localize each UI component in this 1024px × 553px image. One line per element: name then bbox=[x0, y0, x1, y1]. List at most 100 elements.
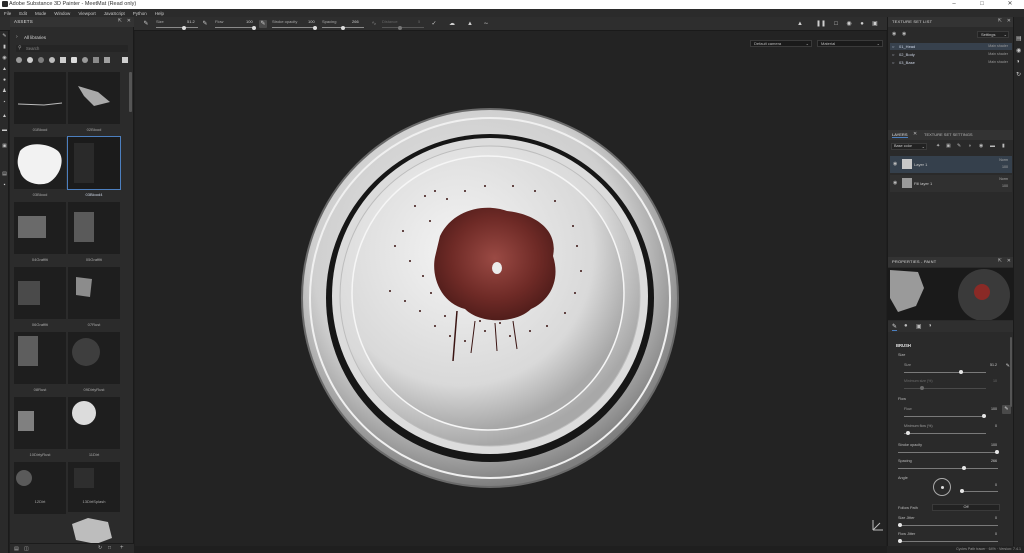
asset-thumb[interactable] bbox=[14, 137, 66, 189]
import-icon[interactable]: ▤ bbox=[14, 546, 19, 552]
render-icon[interactable]: ◉ bbox=[845, 20, 853, 28]
toolbar-size-slider[interactable] bbox=[156, 27, 198, 28]
lazy-mouse-icon[interactable]: ∿ bbox=[370, 20, 378, 28]
size-jitter-slider[interactable] bbox=[898, 525, 998, 526]
close-panel-icon[interactable]: ✕ bbox=[1007, 18, 1011, 24]
shelf-tool-icon[interactable]: ▪ bbox=[1, 182, 8, 189]
grid-view-icon[interactable] bbox=[122, 57, 128, 63]
tab-layers[interactable]: LAYERS bbox=[892, 132, 908, 138]
mask-icon[interactable]: ▣ bbox=[946, 143, 951, 149]
stroke-opacity-value[interactable]: 100 bbox=[991, 443, 997, 447]
delete-icon[interactable]: ▮ bbox=[1002, 143, 1005, 149]
flow-slider[interactable] bbox=[904, 416, 986, 417]
asset-thumb[interactable] bbox=[14, 397, 66, 449]
tab-material-icon[interactable]: ● bbox=[904, 323, 908, 329]
asset-thumb[interactable] bbox=[14, 202, 66, 254]
viewport-3d[interactable]: Default camera ⌄ Material ⌄ bbox=[135, 31, 886, 546]
asset-thumb[interactable] bbox=[68, 332, 120, 384]
asset-thumb[interactable] bbox=[68, 267, 120, 319]
toolbar-flow-value[interactable]: 100 bbox=[246, 19, 253, 24]
toolbar-stroke-opacity-value[interactable]: 100 bbox=[308, 19, 315, 24]
layer-row[interactable]: ◉ Layer 1 Norm 100 bbox=[890, 156, 1012, 173]
tab-stencil-icon[interactable]: ◑ bbox=[928, 323, 932, 329]
spacing-slider[interactable] bbox=[898, 468, 998, 469]
flow-jitter-slider[interactable] bbox=[898, 541, 998, 542]
screenshot-icon[interactable]: ▣ bbox=[871, 20, 879, 28]
polygon-fill-tool-icon[interactable]: ▲ bbox=[1, 66, 8, 73]
text-tool-icon[interactable]: ▣ bbox=[1, 143, 8, 150]
close-window-button[interactable]: ✕ bbox=[996, 0, 1024, 9]
layer-opacity[interactable]: 100 bbox=[1002, 184, 1008, 188]
wave-icon[interactable]: ∼ bbox=[482, 20, 490, 28]
filter-materials-icon[interactable] bbox=[16, 57, 22, 63]
undock-icon[interactable]: ⇱ bbox=[998, 258, 1002, 264]
triangle-icon[interactable]: ▲ bbox=[466, 20, 474, 28]
view-frame-icon[interactable]: □ bbox=[832, 20, 840, 28]
asset-thumb[interactable] bbox=[68, 202, 120, 254]
shader-settings-icon[interactable]: ◑ bbox=[1016, 59, 1020, 65]
asset-thumb[interactable] bbox=[68, 462, 120, 514]
layer-row[interactable]: ◉ Fill layer 1 Norm 100 bbox=[890, 175, 1012, 192]
size-slider-knob[interactable] bbox=[959, 370, 963, 374]
shelf-icon[interactable]: ▤ bbox=[1016, 35, 1022, 42]
new-window-icon[interactable]: □ bbox=[108, 545, 111, 551]
texture-set-row[interactable]: ○ 01_Head Main shader bbox=[890, 43, 1012, 50]
toolbar-size-value[interactable]: 51.2 bbox=[187, 19, 195, 24]
menu-window[interactable]: Window bbox=[54, 11, 70, 16]
fill-layer-icon[interactable]: ◑ bbox=[968, 143, 971, 149]
maximize-button[interactable]: □ bbox=[968, 0, 996, 9]
close-panel-icon[interactable]: ✕ bbox=[127, 18, 131, 24]
eraser-tool-icon[interactable]: ▮ bbox=[1, 44, 8, 51]
stroke-opacity-slider[interactable] bbox=[898, 452, 998, 453]
minimum-flow-value[interactable]: 0 bbox=[995, 424, 997, 428]
filter-tools-icon[interactable] bbox=[93, 57, 99, 63]
toolbar-spacing-knob[interactable] bbox=[341, 25, 345, 30]
toolbar-size-knob[interactable] bbox=[182, 25, 186, 30]
eye-icon[interactable]: ◉ bbox=[893, 180, 897, 186]
history-icon[interactable]: ↻ bbox=[1016, 71, 1021, 78]
filter-brushes-icon[interactable] bbox=[71, 57, 77, 63]
size-jitter-slider-knob[interactable] bbox=[898, 523, 902, 527]
asset-thumb-selected[interactable] bbox=[67, 136, 121, 190]
menu-python[interactable]: Python bbox=[133, 11, 147, 16]
asset-thumb[interactable] bbox=[14, 462, 66, 514]
filter-particles-icon[interactable] bbox=[82, 57, 88, 63]
texture-set-shader[interactable]: Main shader bbox=[988, 60, 1008, 64]
flow-slider-knob[interactable] bbox=[982, 414, 986, 418]
symmetry-icon[interactable]: ✓ bbox=[430, 20, 438, 28]
minimize-button[interactable]: – bbox=[940, 0, 968, 9]
tab-texture-set-settings[interactable]: TEXTURE SET SETTINGS bbox=[924, 132, 973, 137]
assets-scrollbar[interactable] bbox=[129, 72, 132, 112]
toolbar-stroke-opacity-slider[interactable] bbox=[272, 27, 317, 28]
undock-icon[interactable]: ⇱ bbox=[998, 18, 1002, 24]
layer-opacity[interactable]: 100 bbox=[1002, 165, 1008, 169]
follow-path-toggle[interactable]: Off bbox=[932, 504, 1000, 511]
picker-tool-icon[interactable]: ⋆ bbox=[1, 99, 8, 106]
undock-icon[interactable]: ⇱ bbox=[118, 18, 122, 24]
camera-icon[interactable]: ● bbox=[858, 20, 866, 28]
camera-mode-icon[interactable]: ▲ bbox=[796, 20, 804, 28]
filter-smart-materials-icon[interactable] bbox=[27, 57, 33, 63]
toolbar-spacing-value[interactable]: 266 bbox=[352, 19, 359, 24]
export-tool-icon[interactable]: ▤ bbox=[1, 171, 8, 178]
menu-edit[interactable]: Edit bbox=[19, 11, 27, 16]
refresh-icon[interactable]: ↻ bbox=[98, 545, 102, 551]
asset-thumb[interactable] bbox=[14, 267, 66, 319]
display-settings-icon[interactable]: ◉ bbox=[1016, 47, 1021, 54]
eye-icon[interactable]: ◉ bbox=[902, 31, 906, 37]
bake-tool-icon[interactable]: ▲ bbox=[1, 113, 8, 120]
texture-set-row[interactable]: ○ 02_Body Main shader bbox=[890, 51, 1012, 58]
add-group-icon[interactable]: ◉ bbox=[979, 143, 983, 149]
flow-jitter-value[interactable]: 0 bbox=[995, 532, 997, 536]
angle-slider-knob[interactable] bbox=[960, 489, 964, 493]
spacing-slider-knob[interactable] bbox=[962, 466, 966, 470]
add-icon[interactable]: + bbox=[120, 545, 124, 551]
folder-icon[interactable]: ▬ bbox=[990, 143, 995, 149]
settings-dropdown[interactable]: Settings ⌄ bbox=[977, 31, 1009, 38]
tab-alpha-icon[interactable]: ▣ bbox=[916, 323, 922, 330]
pen-pressure-icon[interactable]: ✎ bbox=[201, 20, 209, 28]
filter-filters-icon[interactable] bbox=[49, 57, 55, 63]
flow-pressure-icon[interactable]: ✎ bbox=[259, 20, 267, 28]
clone-tool-icon[interactable]: ♟ bbox=[1, 88, 8, 95]
menu-file[interactable]: File bbox=[4, 11, 11, 16]
